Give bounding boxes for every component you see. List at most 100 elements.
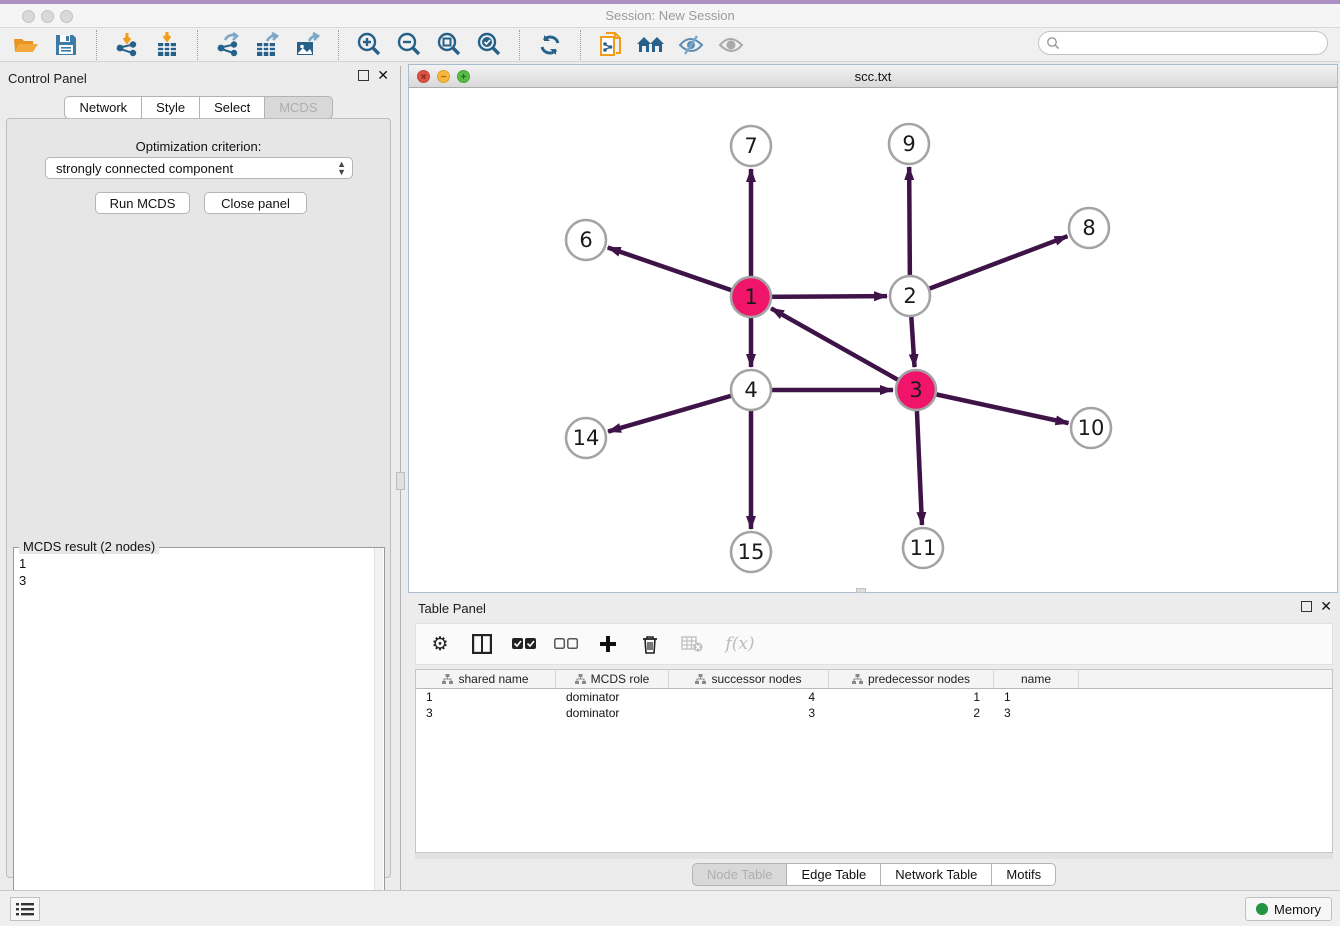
table-column-header[interactable]: shared name bbox=[416, 670, 556, 688]
add-column-button[interactable] bbox=[596, 632, 620, 656]
table-cell[interactable]: 3 bbox=[994, 705, 1079, 721]
unchecked-boxes-icon bbox=[554, 638, 578, 650]
column-tree-icon bbox=[442, 674, 453, 685]
apply-layout-button[interactable] bbox=[530, 30, 570, 60]
import-network-button[interactable] bbox=[107, 30, 147, 60]
graph-edge-4-14[interactable] bbox=[608, 390, 751, 432]
zoom-out-button[interactable] bbox=[389, 30, 429, 60]
titlebar: Session: New Session bbox=[0, 4, 1340, 28]
tab-select[interactable]: Select bbox=[199, 96, 264, 119]
delete-column-button[interactable] bbox=[638, 632, 662, 656]
column-browser-button[interactable] bbox=[470, 632, 494, 656]
table-settings-button[interactable]: ⚙ bbox=[428, 632, 452, 656]
columns-icon bbox=[472, 634, 492, 654]
table-cell[interactable]: 1 bbox=[994, 689, 1079, 705]
list-icon bbox=[16, 902, 34, 916]
network-canvas[interactable]: 7968124314101511 bbox=[409, 88, 1337, 592]
tab-mcds[interactable]: MCDS bbox=[264, 96, 332, 119]
graph-node-label-4: 4 bbox=[744, 378, 757, 402]
table-cell[interactable]: dominator bbox=[556, 689, 669, 705]
open-folder-icon bbox=[13, 34, 39, 56]
table-cell[interactable]: 3 bbox=[416, 705, 556, 721]
graph-node-label-3: 3 bbox=[909, 378, 922, 402]
horizontal-splitter-grip[interactable] bbox=[856, 588, 866, 593]
memory-button[interactable]: Memory bbox=[1245, 897, 1332, 921]
show-graphics-button[interactable] bbox=[711, 30, 751, 60]
export-table-button[interactable] bbox=[248, 30, 288, 60]
graph-edge-3-10[interactable] bbox=[916, 390, 1069, 423]
control-panel-header: Control Panel ✕ bbox=[0, 66, 397, 92]
table-row[interactable]: 1dominator411 bbox=[416, 689, 1332, 705]
zoom-selected-button[interactable] bbox=[469, 30, 509, 60]
table-cell[interactable]: 4 bbox=[669, 689, 829, 705]
open-session-button[interactable] bbox=[6, 30, 46, 60]
vertical-splitter-grip[interactable] bbox=[396, 472, 405, 490]
mcds-result-title: MCDS result (2 nodes) bbox=[19, 539, 159, 554]
table-column-header[interactable]: successor nodes bbox=[669, 670, 829, 688]
tab-motifs[interactable]: Motifs bbox=[991, 863, 1056, 886]
tab-network[interactable]: Network bbox=[64, 96, 141, 119]
zoom-in-button[interactable] bbox=[349, 30, 389, 60]
table-cell[interactable]: 2 bbox=[829, 705, 994, 721]
mcds-result-text: 1 3 bbox=[19, 555, 369, 589]
home-button[interactable] bbox=[631, 30, 671, 60]
column-tree-icon bbox=[695, 674, 706, 685]
close-table-panel-icon[interactable]: ✕ bbox=[1320, 601, 1332, 612]
float-table-panel-icon[interactable] bbox=[1301, 601, 1312, 612]
tab-node-table[interactable]: Node Table bbox=[692, 863, 787, 886]
tab-style[interactable]: Style bbox=[141, 96, 199, 119]
plus-icon bbox=[599, 635, 617, 653]
table-row[interactable]: 3dominator323 bbox=[416, 705, 1332, 721]
save-session-button[interactable] bbox=[46, 30, 86, 60]
graph-node-label-11: 11 bbox=[910, 536, 937, 560]
graph-node-label-1: 1 bbox=[744, 285, 757, 309]
toolbar-separator bbox=[580, 30, 581, 60]
trash-icon bbox=[642, 635, 658, 654]
optimization-criterion-label: Optimization criterion: bbox=[7, 139, 390, 154]
clone-network-button[interactable] bbox=[591, 30, 631, 60]
table-column-header[interactable]: MCDS role bbox=[556, 670, 669, 688]
memory-button-label: Memory bbox=[1274, 902, 1321, 917]
table-column-header[interactable]: predecessor nodes bbox=[829, 670, 994, 688]
function-builder-button[interactable]: f(x) bbox=[722, 632, 758, 656]
status-bar: Memory bbox=[0, 890, 1340, 926]
table-cell[interactable]: 3 bbox=[669, 705, 829, 721]
zoom-fit-button[interactable] bbox=[429, 30, 469, 60]
export-network-icon bbox=[215, 32, 241, 58]
hide-graphics-button[interactable] bbox=[671, 30, 711, 60]
graph-node-label-15: 15 bbox=[738, 540, 765, 564]
table-cell[interactable]: dominator bbox=[556, 705, 669, 721]
control-panel: Control Panel ✕ NetworkStyleSelectMCDS O… bbox=[0, 66, 397, 890]
toolbar-separator bbox=[338, 30, 339, 60]
float-panel-icon[interactable] bbox=[358, 70, 369, 81]
save-floppy-icon bbox=[55, 34, 77, 56]
table-cell[interactable]: 1 bbox=[829, 689, 994, 705]
table-cell[interactable]: 1 bbox=[416, 689, 556, 705]
result-scrollbar[interactable] bbox=[374, 548, 383, 924]
tab-edge-table[interactable]: Edge Table bbox=[786, 863, 880, 886]
graph-edge-2-8[interactable] bbox=[910, 236, 1067, 296]
network-window-titlebar[interactable]: × − + scc.txt bbox=[409, 65, 1337, 88]
deselect-all-button[interactable] bbox=[554, 632, 578, 656]
toolbar-separator bbox=[96, 30, 97, 60]
close-panel-button[interactable]: Close panel bbox=[204, 192, 307, 214]
close-panel-icon[interactable]: ✕ bbox=[377, 70, 389, 81]
task-history-button[interactable] bbox=[10, 897, 40, 921]
criterion-dropdown[interactable]: strongly connected component ▲▼ bbox=[45, 157, 353, 179]
delete-table-button[interactable] bbox=[680, 632, 704, 656]
export-image-button[interactable] bbox=[288, 30, 328, 60]
table-hscroll-track[interactable] bbox=[415, 853, 1333, 859]
graph-edge-3-1[interactable] bbox=[771, 308, 916, 390]
search-input[interactable] bbox=[1038, 31, 1328, 55]
graph-edge-1-6[interactable] bbox=[608, 248, 751, 297]
node-table[interactable]: shared nameMCDS rolesuccessor nodesprede… bbox=[415, 669, 1333, 853]
run-mcds-button[interactable]: Run MCDS bbox=[95, 192, 190, 214]
table-column-header[interactable]: name bbox=[994, 670, 1079, 688]
import-table-button[interactable] bbox=[147, 30, 187, 60]
table-delete-icon bbox=[681, 636, 703, 652]
tab-network-table[interactable]: Network Table bbox=[880, 863, 991, 886]
select-all-button[interactable] bbox=[512, 632, 536, 656]
fx-icon: f(x) bbox=[725, 634, 754, 654]
network-view-window: × − + scc.txt 7968124314101511 bbox=[408, 64, 1338, 593]
export-network-button[interactable] bbox=[208, 30, 248, 60]
